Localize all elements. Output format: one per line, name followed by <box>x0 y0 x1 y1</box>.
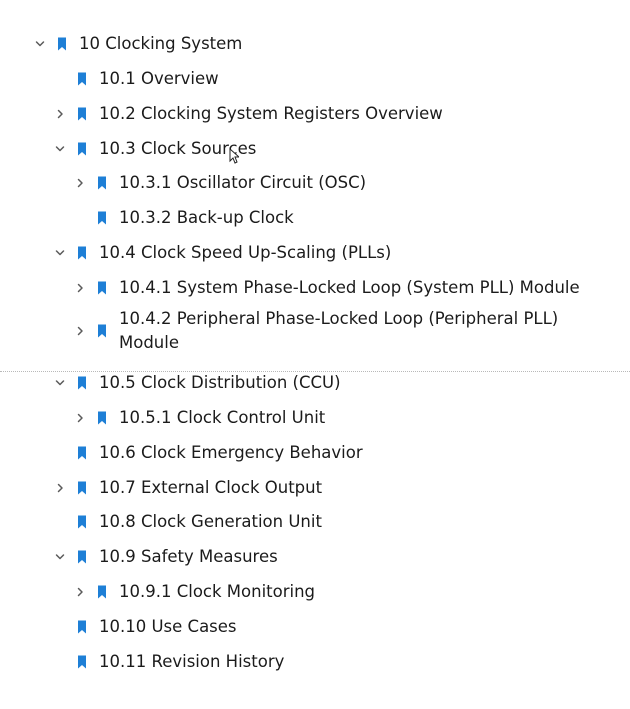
outline-item[interactable]: 10.3.1 Oscillator Circuit (OSC) <box>0 166 630 200</box>
bookmark-icon <box>76 645 88 679</box>
bookmark-icon <box>96 271 108 305</box>
bookmark-icon <box>76 436 88 470</box>
bookmark-icon <box>56 27 68 61</box>
outline-item[interactable]: 10.5 Clock Distribution (CCU) <box>0 366 630 400</box>
outline-item[interactable]: 10.4.1 System Phase-Locked Loop (System … <box>0 271 630 305</box>
chevron-down-icon[interactable] <box>52 366 68 400</box>
chevron-right-icon[interactable] <box>52 471 68 505</box>
chevron-right-icon[interactable] <box>72 306 88 356</box>
outline-item[interactable]: 10.3.2 Back-up Clock <box>0 201 630 235</box>
bookmark-icon <box>96 575 108 609</box>
outline-item[interactable]: 10.11 Revision History <box>0 645 630 679</box>
bookmark-icon <box>96 166 108 200</box>
outline-item-label: 10.5.1 Clock Control Unit <box>119 408 326 427</box>
bookmark-icon <box>76 540 88 574</box>
outline-item-label: 10.5 Clock Distribution (CCU) <box>99 373 341 392</box>
outline-item-label: 10.6 Clock Emergency Behavior <box>99 443 363 462</box>
chevron-right-icon[interactable] <box>72 166 88 200</box>
bookmark-icon <box>76 97 88 131</box>
outline-item[interactable]: 10.2 Clocking System Registers Overview <box>0 97 630 131</box>
outline-item-label: 10.9 Safety Measures <box>99 547 278 566</box>
bookmark-icon <box>76 62 88 96</box>
outline-item-label: 10.3.2 Back-up Clock <box>119 208 294 227</box>
outline-item-label: 10.2 Clocking System Registers Overview <box>99 104 443 123</box>
outline-item-label: 10.4 Clock Speed Up-Scaling (PLLs) <box>99 243 392 262</box>
bookmark-icon <box>96 401 108 435</box>
outline-item[interactable]: 10.10 Use Cases <box>0 610 630 644</box>
outline-item-label: 10.9.1 Clock Monitoring <box>119 582 316 601</box>
outline-item-label: 10.7 External Clock Output <box>99 478 323 497</box>
chevron-right-icon[interactable] <box>72 271 88 305</box>
outline-item[interactable]: 10.5.1 Clock Control Unit <box>0 401 630 435</box>
outline-item[interactable]: 10 Clocking System <box>0 27 630 61</box>
outline-item-label: 10.4.1 System Phase-Locked Loop (System … <box>119 278 580 297</box>
outline-item-label: 10.3.1 Oscillator Circuit (OSC) <box>119 173 367 192</box>
outline-item[interactable]: 10.4.2 Peripheral Phase-Locked Loop (Per… <box>0 306 630 356</box>
outline-item[interactable]: 10.9 Safety Measures <box>0 540 630 574</box>
outline-item-label: 10 Clocking System <box>79 34 243 53</box>
outline-item[interactable]: 10.1 Overview <box>0 62 630 96</box>
outline-item[interactable]: 10.3 Clock Sources <box>0 132 630 166</box>
outline-item[interactable]: 10.8 Clock Generation Unit <box>0 505 630 539</box>
chevron-down-icon[interactable] <box>52 540 68 574</box>
chevron-right-icon[interactable] <box>72 575 88 609</box>
outline-item[interactable]: 10.7 External Clock Output <box>0 471 630 505</box>
bookmark-icon <box>76 236 88 270</box>
bookmarks-outline-tree: 10 Clocking System 10.1 Overview 10.2 Cloc… <box>0 0 630 709</box>
chevron-down-icon[interactable] <box>52 236 68 270</box>
outline-item-label: 10.8 Clock Generation Unit <box>99 512 322 531</box>
outline-item[interactable]: 10.4 Clock Speed Up-Scaling (PLLs) <box>0 236 630 270</box>
outline-item-label: 10.4.2 Peripheral Phase-Locked Loop (Per… <box>119 309 559 352</box>
mouse-cursor-icon <box>229 148 239 164</box>
outline-item-label: 10.10 Use Cases <box>99 617 237 636</box>
bookmark-icon <box>76 610 88 644</box>
bookmark-icon <box>76 505 88 539</box>
outline-item[interactable]: 10.9.1 Clock Monitoring <box>0 575 630 609</box>
outline-item-label: 10.1 Overview <box>99 69 219 88</box>
chevron-right-icon[interactable] <box>52 97 68 131</box>
bookmark-icon <box>76 366 88 400</box>
outline-item[interactable]: 10.6 Clock Emergency Behavior <box>0 436 630 470</box>
bookmark-icon <box>96 201 108 235</box>
bookmark-icon <box>96 306 108 356</box>
chevron-down-icon[interactable] <box>32 27 48 61</box>
bookmark-icon <box>76 132 88 166</box>
bookmark-icon <box>76 471 88 505</box>
chevron-down-icon[interactable] <box>52 132 68 166</box>
outline-item-label: 10.11 Revision History <box>99 652 285 671</box>
chevron-right-icon[interactable] <box>72 401 88 435</box>
